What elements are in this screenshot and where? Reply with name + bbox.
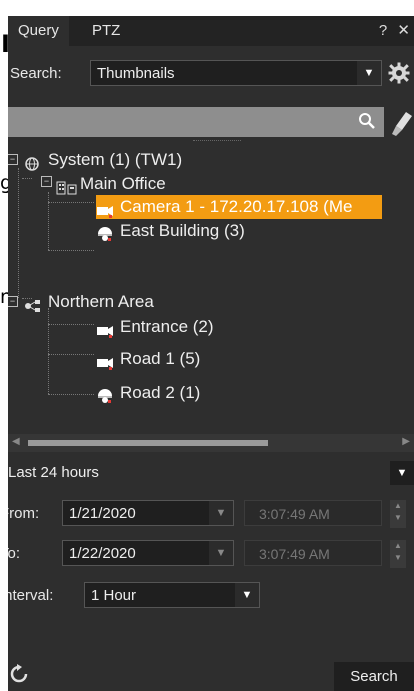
tree-node-entrance[interactable]: Entrance (2) xyxy=(96,315,214,339)
scroll-right-icon[interactable]: ▶ xyxy=(402,436,410,447)
from-time-field[interactable]: 3:07:49 AM xyxy=(244,500,382,526)
camera-icon xyxy=(96,201,114,218)
tree-node-road-1[interactable]: Road 1 (5) xyxy=(96,347,200,371)
camera-icon xyxy=(96,321,114,338)
from-time-spinner[interactable]: ▲ ▼ xyxy=(390,500,406,528)
tree-node-label: Road 2 (1) xyxy=(120,383,201,402)
from-time-value: 3:07:49 AM xyxy=(259,506,330,522)
chevron-down-icon: ▼ xyxy=(390,461,414,485)
window-controls: ? ✕ xyxy=(373,16,410,46)
from-label: From: xyxy=(8,505,40,522)
tree-node-northern-area[interactable]: Northern Area xyxy=(24,290,154,314)
from-date-value: 1/21/2020 xyxy=(69,505,136,522)
tree-node-label: Entrance (2) xyxy=(120,317,214,336)
tree-node-label: Northern Area xyxy=(48,292,154,311)
tab-strip: Query PTZ ? ✕ xyxy=(8,16,414,46)
close-button[interactable]: ✕ xyxy=(397,22,410,39)
device-tree: − System (1) (TW1) − Main Office Camera … xyxy=(8,148,414,418)
interval-label: Interval: xyxy=(8,587,54,604)
refresh-icon[interactable] xyxy=(9,664,29,689)
tree-node-label: Road 1 (5) xyxy=(120,349,201,368)
to-time-value: 3:07:49 AM xyxy=(259,546,330,562)
interval-value: 1 Hour xyxy=(91,587,137,604)
tree-node-camera-1[interactable]: Camera 1 - 172.20.17.108 (Me xyxy=(96,195,383,219)
help-button[interactable]: ? xyxy=(379,22,387,39)
scroll-left-icon[interactable]: ◀ xyxy=(12,436,20,447)
gear-icon[interactable] xyxy=(388,62,410,84)
building-icon xyxy=(56,178,77,195)
to-time-field[interactable]: 3:07:49 AM xyxy=(244,540,382,566)
tree-horizontal-scrollbar[interactable]: ◀ ▶ xyxy=(8,434,414,452)
dome-camera-icon xyxy=(96,387,114,403)
chevron-down-icon: ▼ xyxy=(235,583,259,607)
globe-icon xyxy=(24,154,42,171)
tree-node-label: System (1) (TW1) xyxy=(48,150,183,169)
search-mode-dropdown[interactable]: Thumbnails ▼ xyxy=(90,60,382,86)
dome-camera-icon xyxy=(96,225,114,241)
tab-ptz[interactable]: PTZ xyxy=(82,16,130,46)
tab-query[interactable]: Query xyxy=(8,16,69,46)
search-button[interactable]: Search xyxy=(334,662,414,691)
to-date-value: 1/22/2020 xyxy=(69,545,136,562)
to-time-spinner[interactable]: ▲ ▼ xyxy=(390,540,406,568)
collapse-toggle[interactable]: − xyxy=(8,154,18,165)
search-label: Search: xyxy=(10,65,62,82)
time-range-value: Last 24 hours xyxy=(8,464,99,481)
collapse-toggle[interactable]: − xyxy=(8,296,18,307)
interval-dropdown[interactable]: 1 Hour ▼ xyxy=(84,582,260,608)
query-panel: Query PTZ ? ✕ Search: Thumbnails ▼ − Sys… xyxy=(8,16,414,691)
tree-node-label: East Building (3) xyxy=(120,221,245,240)
to-date-picker[interactable]: 1/22/2020 ▼ xyxy=(62,540,234,566)
to-label: To: xyxy=(8,545,21,562)
chevron-down-icon: ▼ xyxy=(357,61,381,85)
clear-brush-icon[interactable] xyxy=(392,110,414,141)
chevron-down-icon: ▼ xyxy=(209,541,233,565)
tree-node-label: Camera 1 - 172.20.17.108 (Me xyxy=(120,197,353,216)
tree-node-east-building[interactable]: East Building (3) xyxy=(96,219,245,243)
search-icon[interactable] xyxy=(358,112,376,135)
tree-node-main-office[interactable]: Main Office xyxy=(56,172,166,196)
collapse-toggle[interactable]: − xyxy=(41,176,52,187)
tree-node-road-2[interactable]: Road 2 (1) xyxy=(96,381,200,405)
scrollbar-thumb[interactable] xyxy=(28,440,268,446)
search-input[interactable] xyxy=(8,107,384,137)
network-icon xyxy=(24,296,42,312)
camera-icon xyxy=(96,353,114,370)
chevron-down-icon: ▼ xyxy=(209,501,233,525)
from-date-picker[interactable]: 1/21/2020 ▼ xyxy=(62,500,234,526)
tree-node-label: Main Office xyxy=(80,174,166,193)
tree-node-system[interactable]: System (1) (TW1) xyxy=(24,148,182,172)
search-mode-value: Thumbnails xyxy=(97,65,175,82)
time-range-dropdown[interactable]: Last 24 hours ▼ xyxy=(8,458,414,488)
splitter-grip[interactable] xyxy=(193,140,241,143)
